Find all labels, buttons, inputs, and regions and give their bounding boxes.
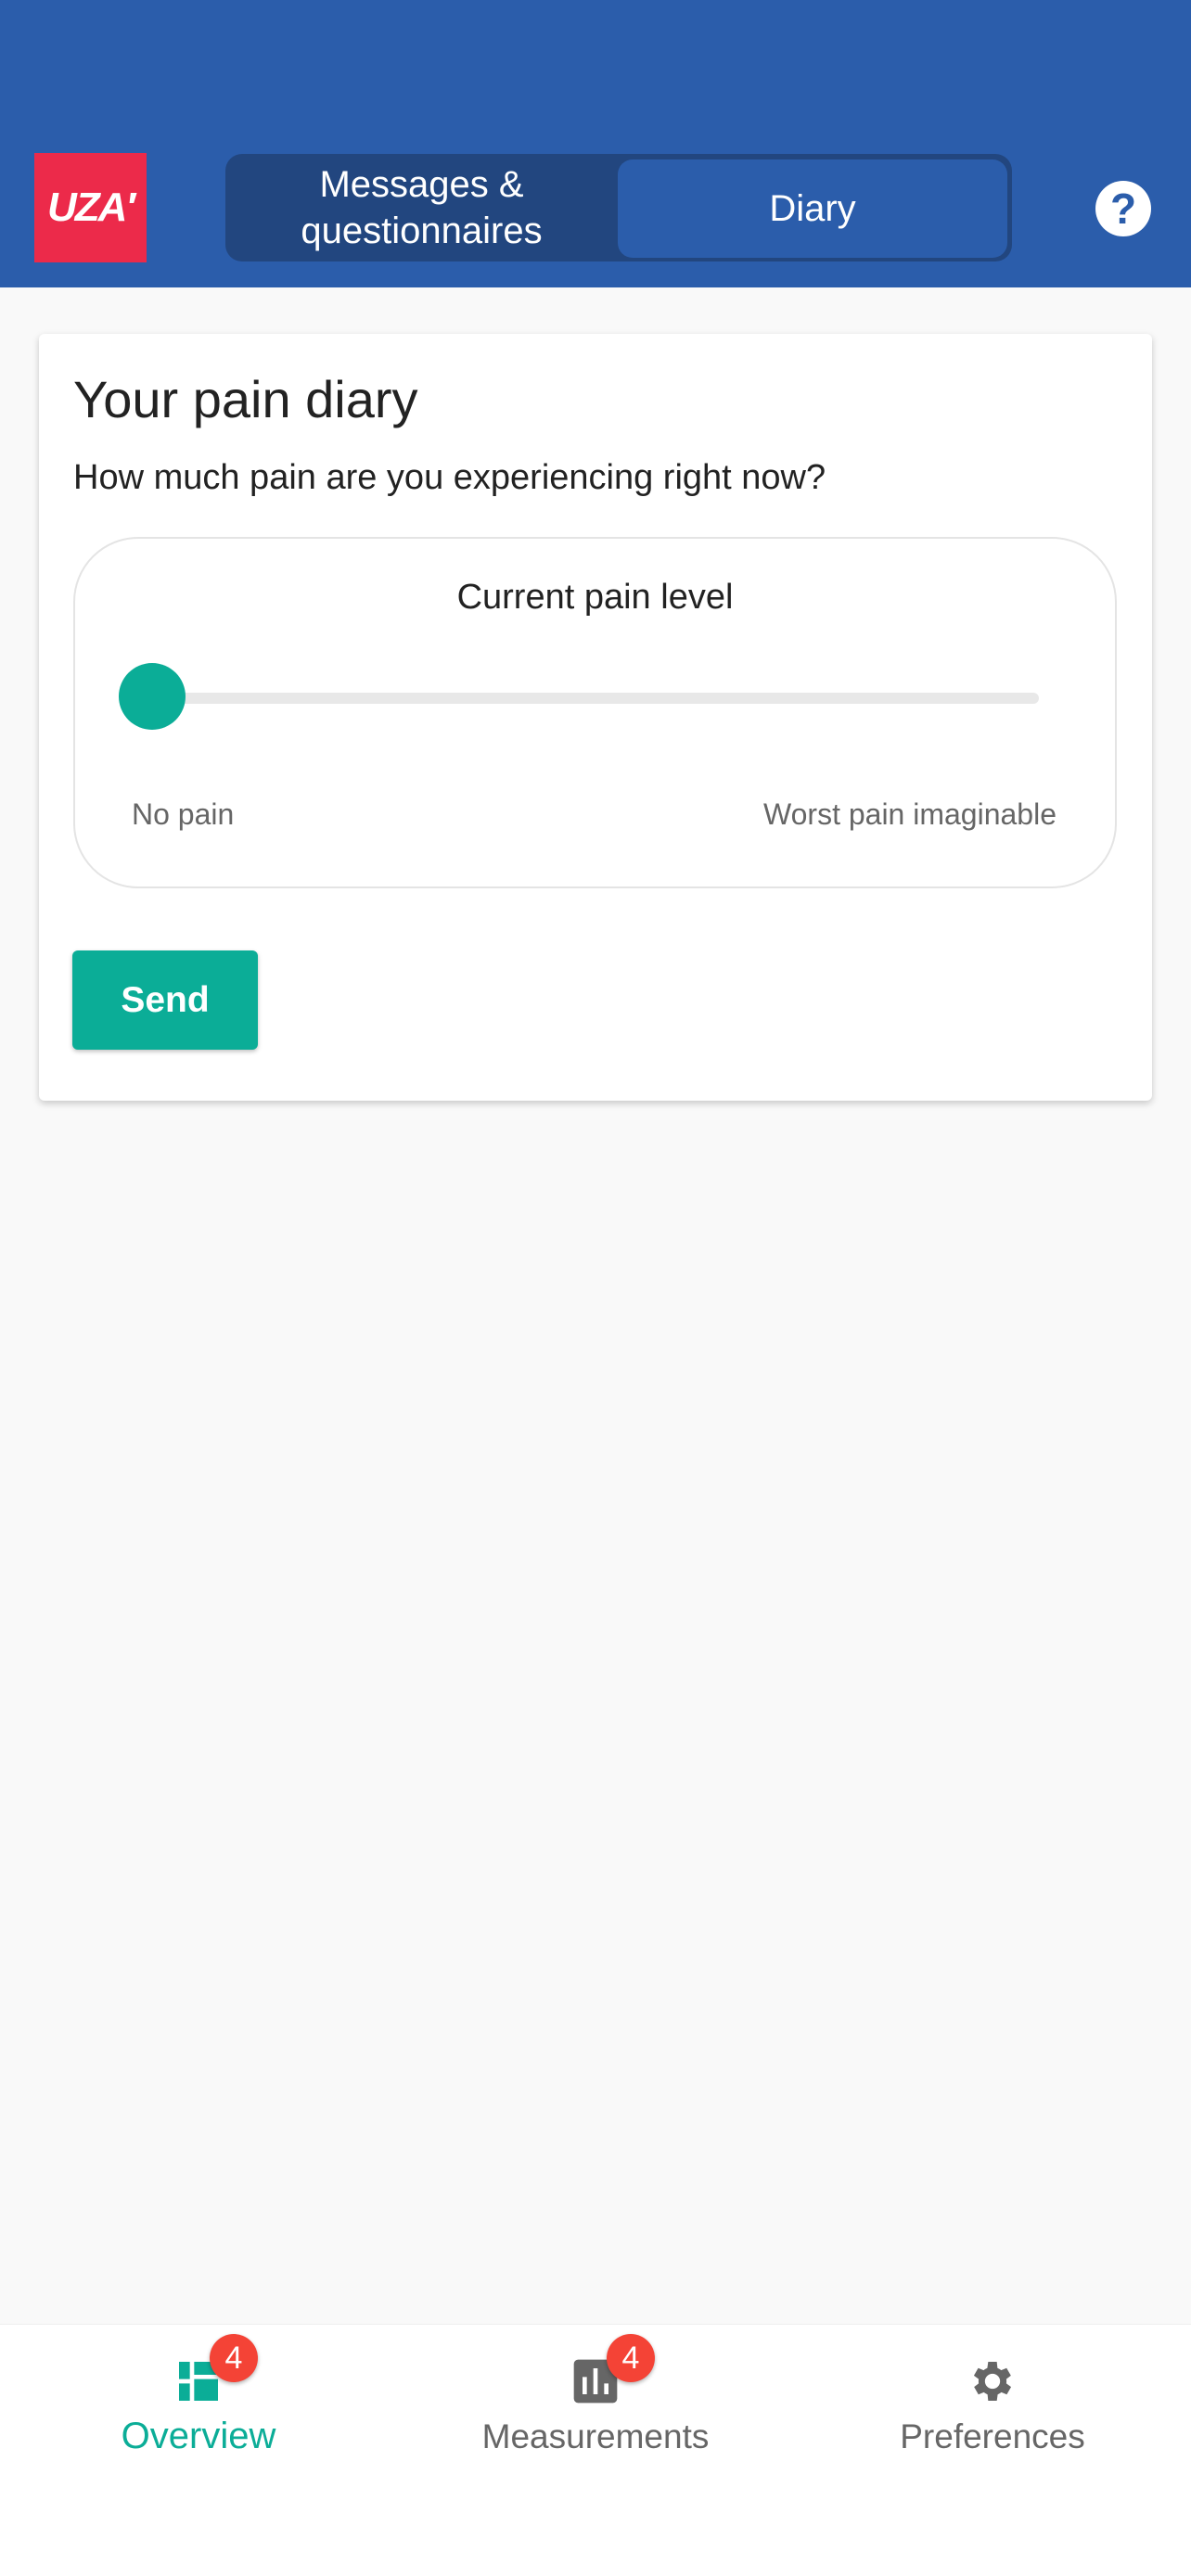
min-label: No pain: [132, 797, 235, 831]
send-button[interactable]: Send: [72, 950, 258, 1050]
nav-item-overview[interactable]: 4 Overview: [0, 2325, 397, 2510]
notification-badge: 4: [210, 2334, 258, 2382]
notification-badge: 4: [607, 2334, 655, 2382]
nav-label: Measurements: [481, 2417, 710, 2455]
pain-slider-thumb[interactable]: [119, 663, 186, 730]
slider-label: Current pain level: [456, 578, 734, 617]
bottom-nav: 4 Overview 4 Measurements Preferences: [0, 2324, 1191, 2576]
tab-diary[interactable]: Diary: [618, 159, 1007, 258]
gear-icon: [973, 2362, 1012, 2401]
nav-item-preferences[interactable]: Preferences: [794, 2325, 1191, 2510]
max-label: Worst pain imaginable: [762, 797, 1057, 831]
nav-item-measurements[interactable]: 4 Measurements: [397, 2325, 794, 2510]
app-header: UZA′ Messages & questionnaires Diary ?: [0, 0, 1191, 287]
pain-diary-card: Your pain diary How much pain are you ex…: [39, 334, 1152, 1101]
pain-slider-track[interactable]: [154, 693, 1039, 704]
help-circle-icon[interactable]: ?: [1095, 181, 1151, 236]
nav-label: Preferences: [900, 2417, 1085, 2455]
nav-label: Overview: [121, 2416, 276, 2456]
pain-level-box: Current pain level No pain Worst pain im…: [73, 537, 1117, 888]
uza-logo: UZA′: [34, 153, 147, 262]
section-toggle: Messages & questionnaires Diary: [225, 154, 1012, 261]
tab-messages-questionnaires[interactable]: Messages & questionnaires: [225, 154, 618, 261]
page-title: Your pain diary: [73, 370, 418, 428]
pain-question: How much pain are you experiencing right…: [73, 458, 826, 497]
